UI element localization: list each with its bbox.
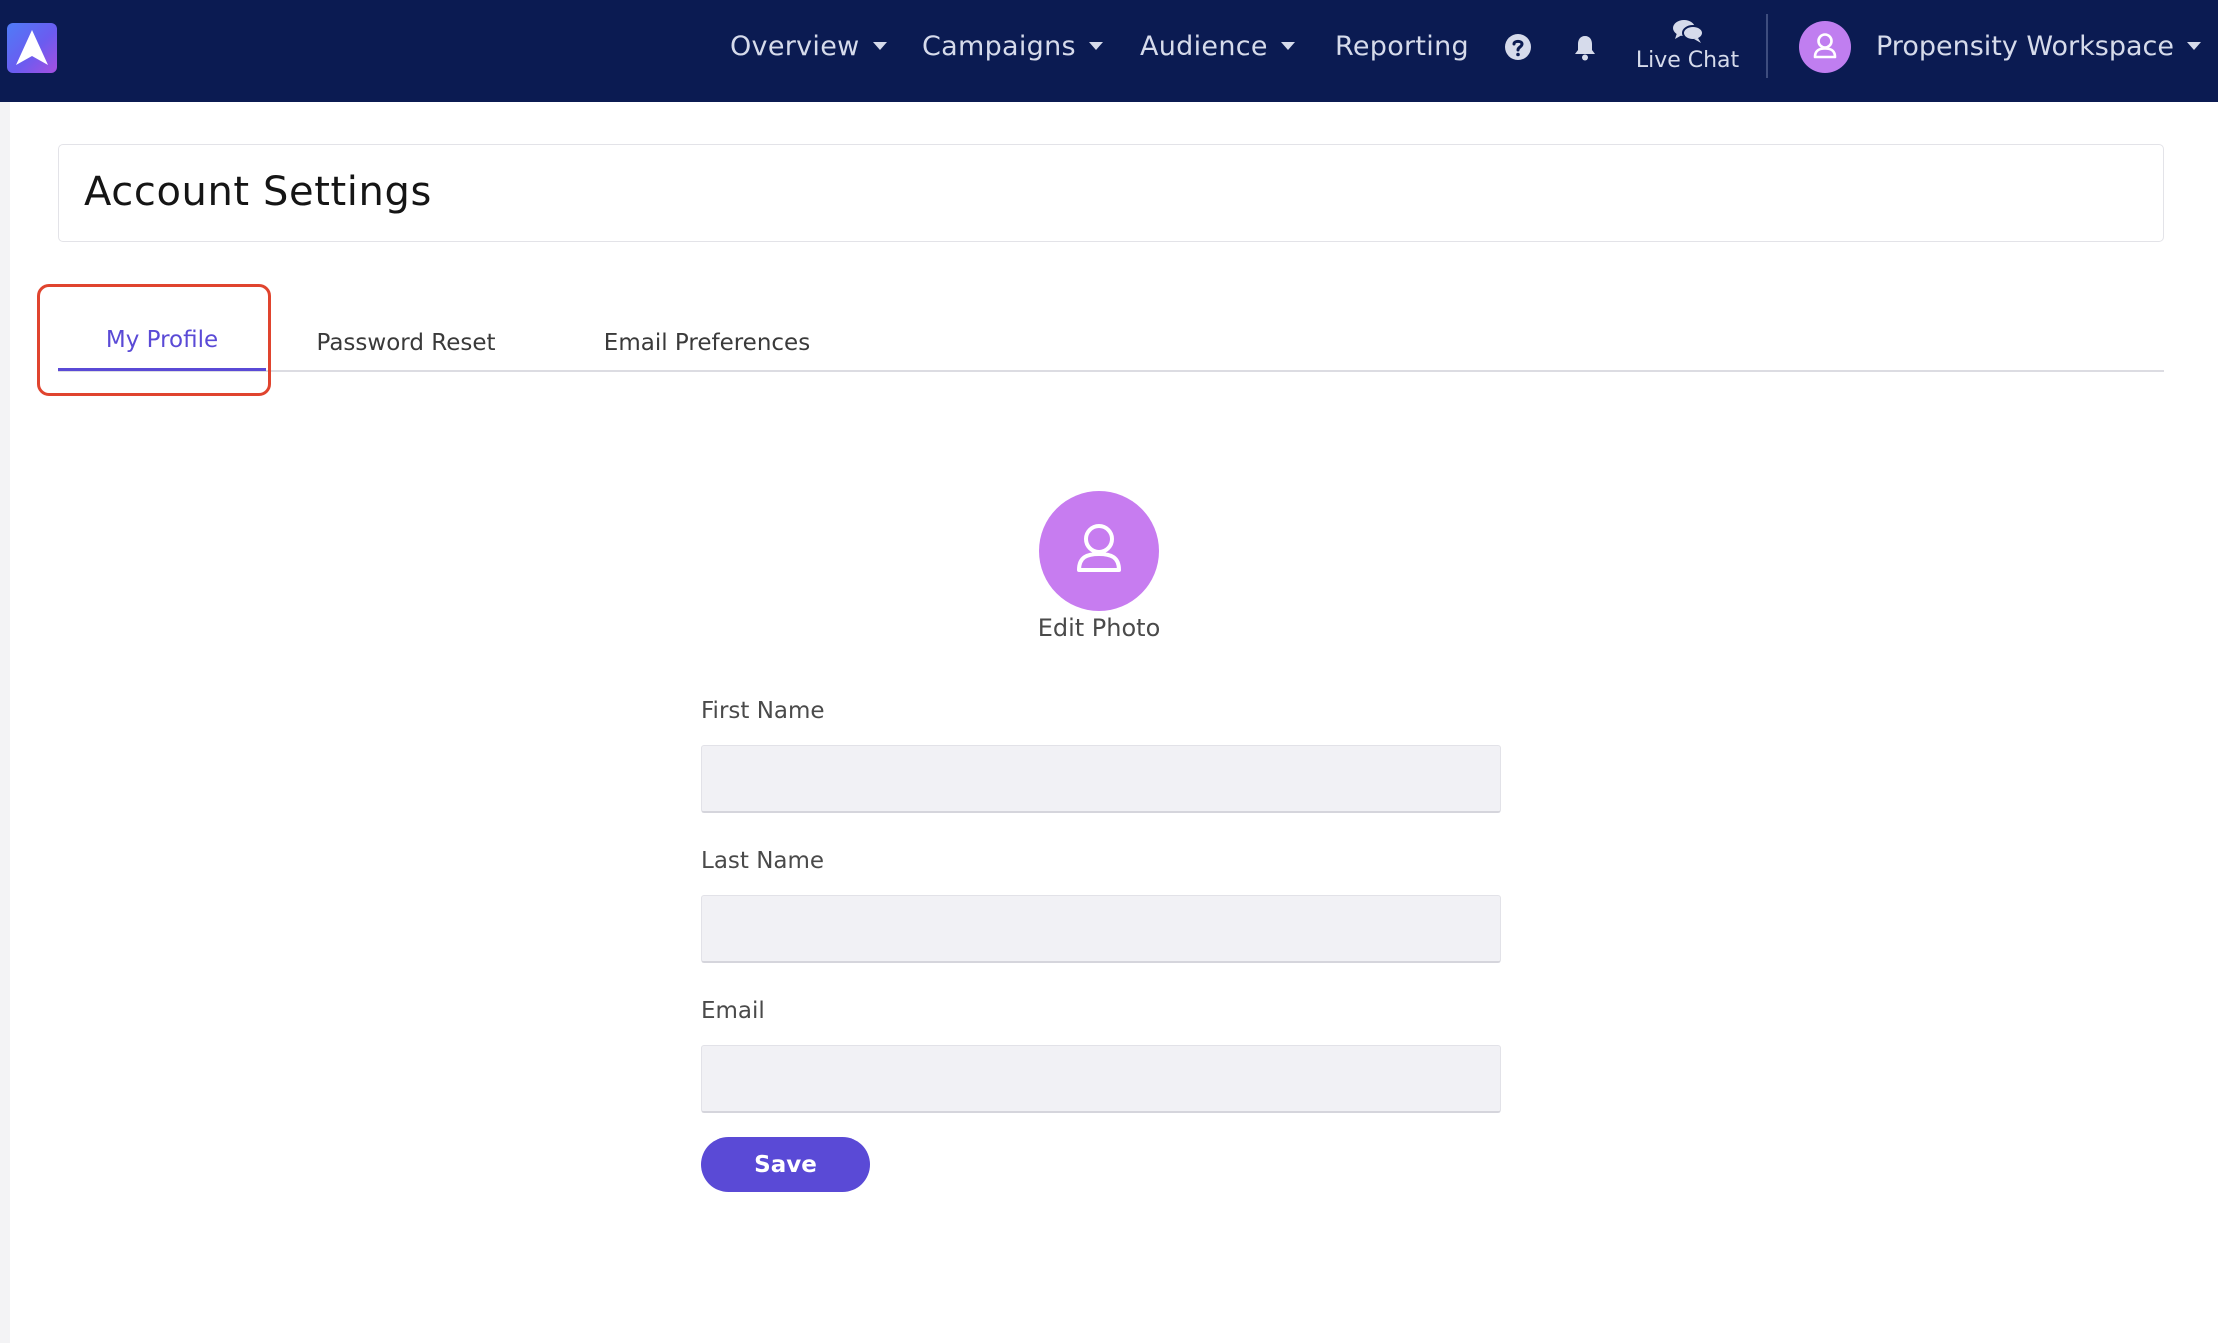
- live-chat-label: Live Chat: [1635, 48, 1740, 73]
- tab-my-profile[interactable]: My Profile: [58, 311, 266, 371]
- nav-audience-label: Audience: [1140, 30, 1268, 62]
- nav-audience[interactable]: Audience: [1140, 24, 1295, 68]
- nav-overview-label: Overview: [730, 30, 860, 62]
- first-name-label: First Name: [701, 698, 825, 724]
- user-icon: [1077, 524, 1121, 572]
- workspace-selector[interactable]: Propensity Workspace: [1876, 24, 2201, 68]
- live-chat-button[interactable]: Live Chat: [1630, 18, 1745, 80]
- settings-tabs: My Profile Password Reset Email Preferen…: [58, 314, 2164, 372]
- user-avatar[interactable]: [1799, 21, 1851, 73]
- top-navigation-bar: Overview Campaigns Audience Reporting Li…: [0, 0, 2218, 102]
- email-label: Email: [701, 998, 765, 1024]
- chevron-down-icon: [872, 42, 887, 50]
- bell-icon[interactable]: [1572, 33, 1598, 65]
- last-name-field[interactable]: [701, 895, 1501, 963]
- workspace-label: Propensity Workspace: [1876, 30, 2174, 62]
- first-name-field[interactable]: [701, 745, 1501, 813]
- tab-password-reset[interactable]: Password Reset: [298, 314, 514, 372]
- main-panel: Account Settings My Profile Password Res…: [10, 102, 2218, 1343]
- logo-icon[interactable]: [7, 23, 57, 73]
- page-title: Account Settings: [84, 169, 432, 215]
- nav-campaigns[interactable]: Campaigns: [922, 24, 1103, 68]
- nav-divider: [1766, 14, 1768, 78]
- chevron-down-icon: [1088, 42, 1103, 50]
- chevron-down-icon: [1280, 42, 1295, 50]
- save-button[interactable]: Save: [701, 1137, 870, 1192]
- nav-campaigns-label: Campaigns: [922, 30, 1076, 62]
- help-icon[interactable]: [1504, 33, 1532, 65]
- nav-overview[interactable]: Overview: [730, 24, 887, 68]
- nav-reporting[interactable]: Reporting: [1335, 24, 1469, 68]
- page-title-card: Account Settings: [58, 144, 2164, 242]
- tab-email-preferences[interactable]: Email Preferences: [576, 314, 838, 372]
- nav-reporting-label: Reporting: [1335, 30, 1469, 62]
- edit-photo-link[interactable]: Edit Photo: [999, 614, 1199, 642]
- user-icon: [1813, 33, 1837, 59]
- last-name-label: Last Name: [701, 848, 825, 874]
- chat-bubbles-icon: [1673, 20, 1704, 43]
- email-field[interactable]: [701, 1045, 1501, 1113]
- chevron-down-icon: [2187, 42, 2201, 50]
- profile-avatar[interactable]: [1039, 491, 1159, 611]
